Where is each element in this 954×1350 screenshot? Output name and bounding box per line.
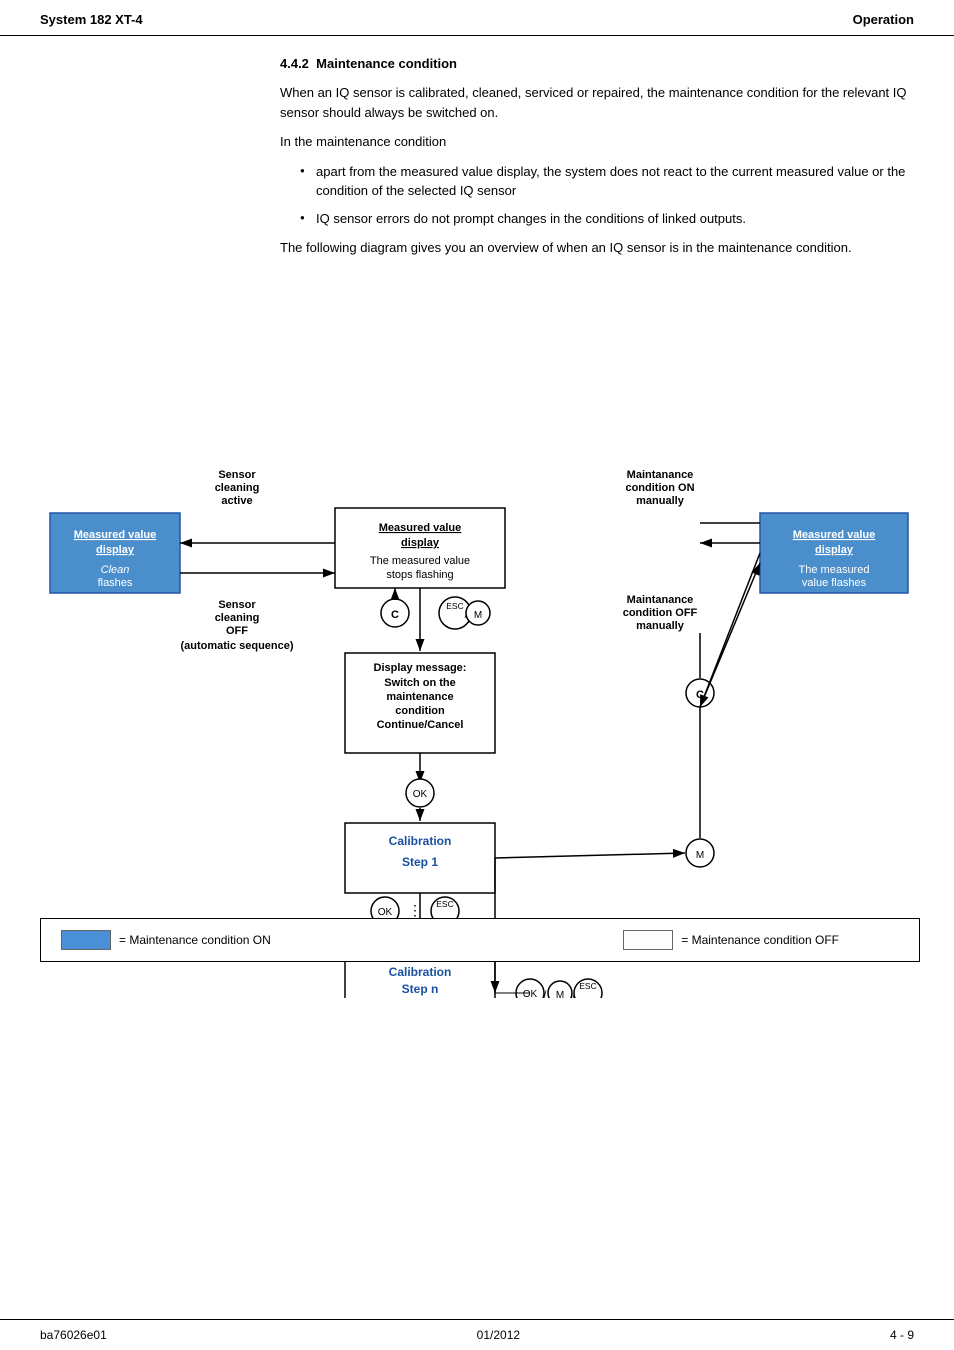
svg-text:(automatic sequence): (automatic sequence) — [180, 640, 293, 652]
svg-text:OK: OK — [413, 789, 428, 800]
svg-text:Continue/Cancel: Continue/Cancel — [377, 719, 464, 731]
bullet-item-2: IQ sensor errors do not prompt changes i… — [300, 209, 914, 229]
svg-text:cleaning: cleaning — [215, 482, 260, 494]
svg-text:Maintanance: Maintanance — [627, 469, 694, 481]
svg-text:condition ON: condition ON — [625, 482, 694, 494]
svg-text:Sensor: Sensor — [218, 469, 256, 481]
svg-text:OK: OK — [378, 907, 393, 918]
svg-text:ESC: ESC — [579, 981, 596, 991]
svg-text:manually: manually — [636, 620, 685, 632]
legend-swatch-blue — [61, 930, 111, 950]
svg-text:/: / — [544, 990, 547, 998]
svg-text:Step 1: Step 1 — [402, 855, 438, 869]
footer-center: 01/2012 — [477, 1328, 520, 1342]
svg-text:Measured value: Measured value — [379, 522, 462, 534]
svg-text:The measured value: The measured value — [370, 555, 470, 567]
svg-text:Switch on the: Switch on the — [384, 677, 456, 689]
bullet-item-1: apart from the measured value display, t… — [300, 162, 914, 201]
header-left: System 182 XT-4 — [40, 12, 143, 27]
svg-text:ESC: ESC — [446, 601, 463, 611]
section-title: 4.4.2 Maintenance condition — [280, 56, 914, 71]
legend-off-label: = Maintenance condition OFF — [681, 933, 839, 947]
svg-text:⋮: ⋮ — [408, 902, 422, 918]
svg-text:Maintanance: Maintanance — [627, 594, 694, 606]
section-intro3: The following diagram gives you an overv… — [280, 238, 914, 258]
svg-text:condition OFF: condition OFF — [623, 607, 698, 619]
svg-text:condition: condition — [395, 705, 445, 717]
legend-box: = Maintenance condition ON = Maintenance… — [40, 918, 920, 962]
bullet-list: apart from the measured value display, t… — [300, 162, 914, 229]
svg-text:M: M — [556, 990, 564, 998]
footer-bar: ba76026e01 01/2012 4 - 9 — [0, 1319, 954, 1350]
footer-right: 4 - 9 — [890, 1328, 914, 1342]
svg-text:Measured value: Measured value — [74, 529, 157, 541]
legend-off: = Maintenance condition OFF — [623, 930, 839, 950]
main-content: 4.4.2 Maintenance condition When an IQ s… — [0, 36, 954, 1058]
legend-on-label: = Maintenance condition ON — [119, 933, 271, 947]
svg-text:Display message:: Display message: — [374, 662, 467, 674]
header-right: Operation — [853, 12, 914, 27]
page-container: System 182 XT-4 Operation 4.4.2 Maintena… — [0, 0, 954, 1350]
legend-swatch-white — [623, 930, 673, 950]
svg-text:manually: manually — [636, 495, 685, 507]
svg-text:Sensor: Sensor — [218, 599, 256, 611]
svg-text:Step n: Step n — [402, 982, 439, 996]
svg-text:cleaning: cleaning — [215, 612, 260, 624]
svg-text:Clean: Clean — [101, 564, 130, 576]
svg-text:Calibration: Calibration — [389, 834, 452, 848]
svg-text:display: display — [401, 537, 440, 549]
svg-text:active: active — [221, 495, 252, 507]
section-intro1: When an IQ sensor is calibrated, cleaned… — [280, 83, 914, 122]
svg-text:ESC: ESC — [436, 899, 453, 909]
svg-text:Calibration: Calibration — [389, 965, 452, 979]
svg-text:display: display — [96, 544, 135, 556]
svg-text:flashes: flashes — [98, 577, 133, 589]
legend-on: = Maintenance condition ON — [61, 930, 271, 950]
diagram-svg: Measured value display Clean flashes Mea… — [40, 278, 920, 998]
svg-text:The measured: The measured — [799, 564, 870, 576]
svg-text:stops flashing: stops flashing — [386, 569, 453, 581]
svg-text:C: C — [391, 609, 399, 621]
svg-text:OFF: OFF — [226, 625, 248, 637]
svg-text:Measured value: Measured value — [793, 529, 876, 541]
section-intro2: In the maintenance condition — [280, 132, 914, 152]
diagram-container: Measured value display Clean flashes Mea… — [40, 278, 920, 998]
svg-text:M: M — [474, 610, 482, 621]
svg-text:maintenance: maintenance — [386, 691, 453, 703]
header-bar: System 182 XT-4 Operation — [0, 0, 954, 36]
svg-text:value flashes: value flashes — [802, 577, 867, 589]
svg-text:M: M — [696, 850, 704, 861]
footer-left: ba76026e01 — [40, 1328, 107, 1342]
svg-text:display: display — [815, 544, 854, 556]
